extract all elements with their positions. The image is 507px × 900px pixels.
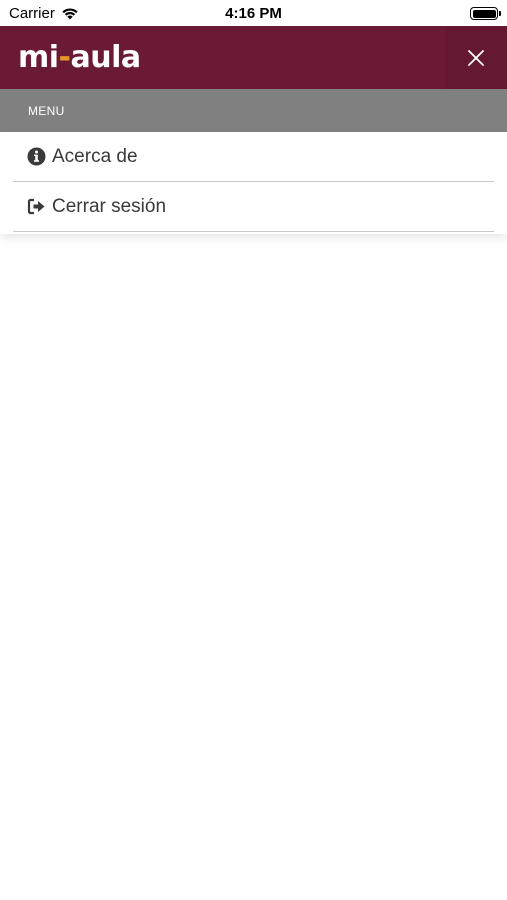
menu-item-acerca-de[interactable]: Acerca de: [13, 132, 494, 182]
mi-aula-logo: mi-aula: [18, 40, 141, 75]
close-menu-button[interactable]: [445, 26, 507, 89]
menu-item-label: Acerca de: [52, 146, 138, 167]
info-circle-icon: [27, 147, 46, 166]
status-bar: Carrier 4:16 PM: [0, 0, 507, 26]
menu-section-header: MENU: [0, 89, 507, 132]
logo-text-aula: aula: [70, 40, 142, 75]
menu-title: MENU: [28, 104, 65, 118]
app-header: mi-aula: [0, 26, 507, 89]
menu-item-label: Cerrar sesión: [52, 196, 167, 217]
close-icon: [468, 49, 484, 66]
logo-dash: -: [58, 40, 71, 75]
status-time: 4:16 PM: [225, 5, 282, 22]
menu-panel: Acerca de Cerrar sesión: [0, 132, 507, 234]
menu-item-cerrar-sesion[interactable]: Cerrar sesión: [13, 182, 494, 232]
battery-icon: [470, 7, 501, 20]
sign-out-icon: [27, 198, 45, 215]
logo-text-mi: mi: [18, 40, 59, 75]
